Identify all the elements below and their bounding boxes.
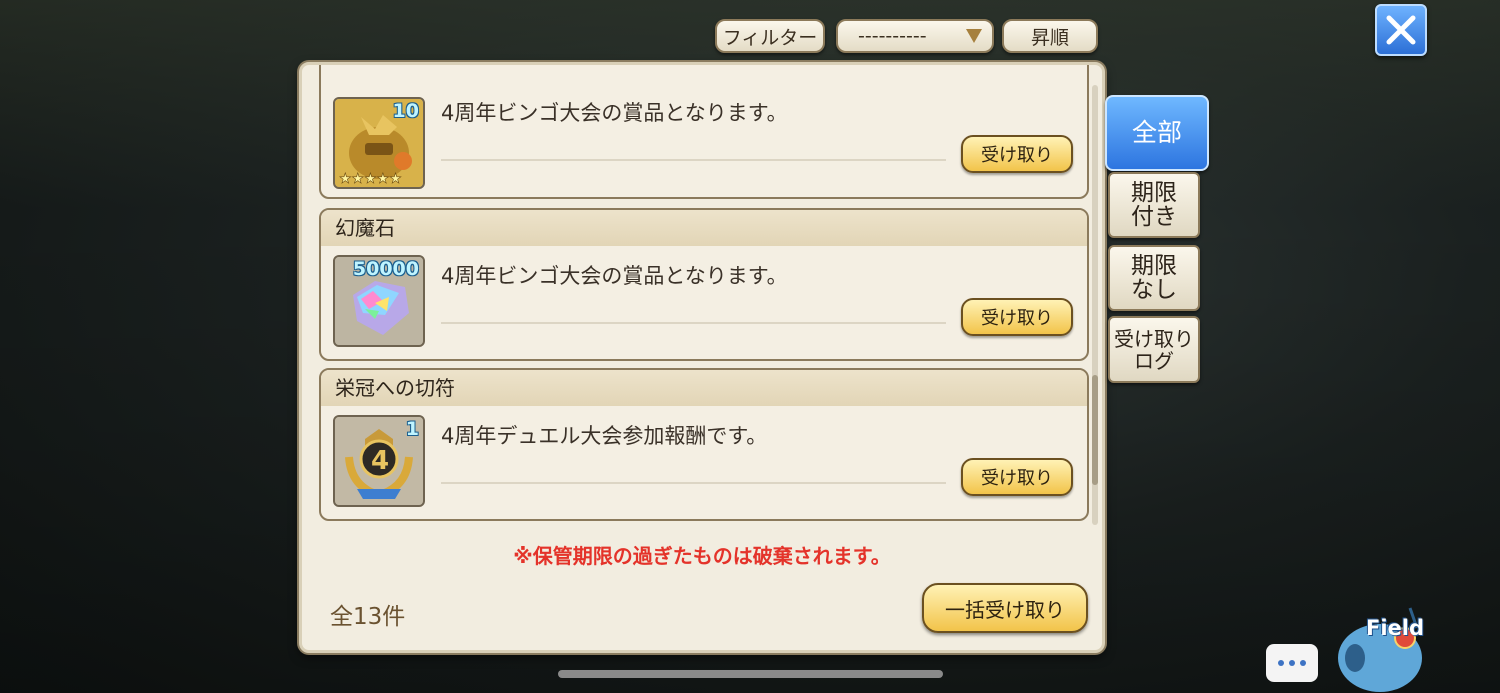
sort-dropdown[interactable]: ----------	[836, 19, 994, 53]
home-indicator[interactable]	[558, 670, 943, 678]
item-count: 全13件	[330, 604, 406, 630]
expiry-notice: ※保管期限の過ぎたものは破棄されます。	[513, 544, 891, 568]
item-title: 栄冠への切符	[321, 370, 1087, 406]
sort-order-button[interactable]: 昇順	[1002, 19, 1098, 53]
item-description: 4周年デュエル大会参加報酬です。	[441, 424, 768, 448]
tab-expiring[interactable]: 期限 付き	[1108, 172, 1200, 238]
item-quantity: 1	[405, 418, 419, 440]
field-button[interactable]	[1325, 598, 1435, 693]
item-description: 4周年ビンゴ大会の賞品となります。	[441, 264, 788, 288]
field-mascot-icon	[1338, 607, 1422, 692]
divider	[441, 322, 946, 324]
sort-dropdown-value: ----------	[858, 25, 927, 47]
tab-label: 期限 なし	[1131, 253, 1177, 303]
item-quantity: 50000	[352, 258, 419, 280]
receive-button[interactable]: 受け取り	[961, 458, 1073, 496]
item-quantity: 10	[392, 100, 419, 122]
receive-button[interactable]: 受け取り	[961, 298, 1073, 336]
chevron-down-icon	[966, 29, 982, 43]
divider	[441, 159, 946, 161]
field-label: Field	[1366, 616, 1425, 640]
laurel-medal-icon: 4 1	[333, 415, 425, 507]
chat-icon	[1278, 660, 1284, 666]
tab-receive-log[interactable]: 受け取り ログ	[1108, 316, 1200, 383]
tab-all[interactable]: 全部	[1105, 95, 1209, 171]
svg-text:★★★★★: ★★★★★	[339, 171, 402, 187]
chat-button[interactable]	[1266, 644, 1318, 682]
filter-button[interactable]: フィルター	[715, 19, 825, 53]
close-icon	[1386, 15, 1416, 45]
list-item: 栄冠への切符 4 1 4周年デュエル大会参加報酬です。 受け取り	[319, 368, 1089, 521]
close-button[interactable]	[1375, 4, 1427, 56]
gift-box-panel: ★★★★★ 10 4周年ビンゴ大会の賞品となります。 受け取り 幻魔石 5000…	[299, 62, 1105, 653]
tab-no-expiry[interactable]: 期限 なし	[1108, 245, 1200, 311]
crystal-icon: 50000	[333, 255, 425, 347]
list-item: ★★★★★ 10 4周年ビンゴ大会の賞品となります。 受け取り	[319, 65, 1089, 199]
tab-label: 受け取り ログ	[1114, 326, 1194, 373]
scrollbar-thumb[interactable]	[1092, 375, 1098, 485]
tab-label: 期限 付き	[1131, 180, 1177, 230]
divider	[441, 482, 946, 484]
receive-button[interactable]: 受け取り	[961, 135, 1073, 173]
svg-text:4: 4	[371, 446, 389, 476]
treasure-bag-icon: ★★★★★ 10	[333, 97, 425, 189]
item-description: 4周年ビンゴ大会の賞品となります。	[441, 101, 788, 125]
bulk-receive-button[interactable]: 一括受け取り	[922, 583, 1088, 633]
list-item: 幻魔石 50000 4周年ビンゴ大会の賞品となります。 受け取り	[319, 208, 1089, 361]
item-title: 幻魔石	[321, 210, 1087, 246]
